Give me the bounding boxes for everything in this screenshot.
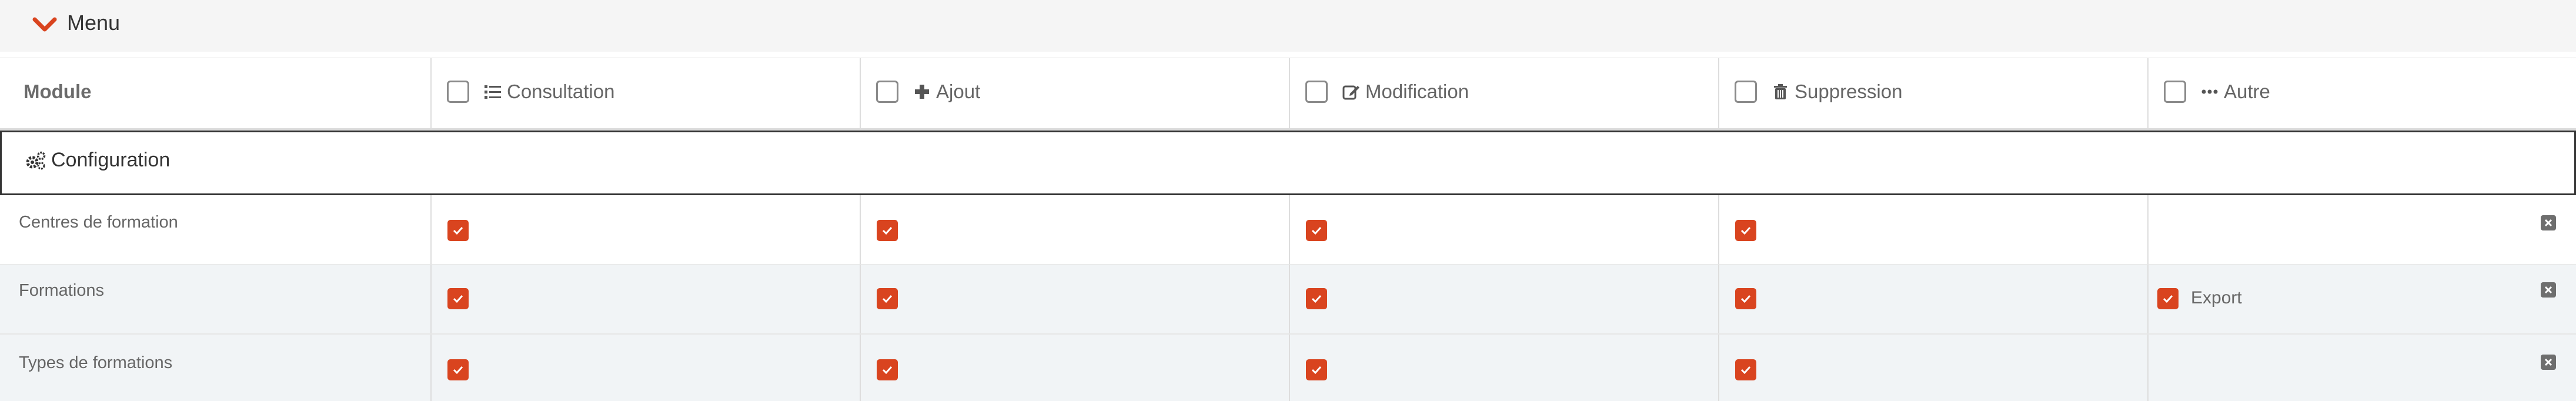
ajout-checkbox[interactable] bbox=[877, 288, 898, 309]
column-label-ajout: Ajout bbox=[936, 81, 981, 102]
plus-icon bbox=[915, 85, 929, 99]
suppression-checkbox[interactable] bbox=[1735, 359, 1756, 380]
module-header-cell: Module bbox=[0, 58, 430, 128]
modification-checkbox[interactable] bbox=[1306, 220, 1327, 241]
ellipsis-icon bbox=[2201, 89, 2218, 94]
column-label-consultation: Consultation bbox=[507, 81, 615, 102]
list-icon bbox=[485, 85, 501, 99]
column-header-consultation: Consultation bbox=[430, 58, 860, 128]
select-all-autre-checkbox[interactable] bbox=[2164, 81, 2186, 103]
row-label: Formations bbox=[19, 281, 105, 300]
column-header-ajout: Ajout bbox=[860, 58, 1289, 128]
modification-checkbox[interactable] bbox=[1306, 359, 1327, 380]
ajout-checkbox[interactable] bbox=[877, 359, 898, 380]
export-checkbox[interactable] bbox=[2157, 288, 2179, 309]
chevron-down-icon[interactable] bbox=[32, 16, 58, 33]
module-header: Module bbox=[24, 81, 92, 102]
column-header-autre: Autre bbox=[2147, 58, 2576, 128]
consultation-checkbox[interactable] bbox=[447, 220, 469, 241]
column-header-suppression: Suppression bbox=[1718, 58, 2147, 128]
cogs-icon bbox=[26, 151, 46, 169]
column-header-modification: Modification bbox=[1289, 58, 1718, 128]
section-row-configuration: Configuration bbox=[0, 131, 2576, 195]
suppression-checkbox[interactable] bbox=[1735, 220, 1756, 241]
table-row: Formations Export bbox=[0, 265, 2576, 334]
column-label-autre: Autre bbox=[2224, 81, 2270, 102]
export-label: Export bbox=[2191, 288, 2242, 308]
table-row: Types de formations bbox=[0, 334, 2576, 401]
row-label: Centres de formation bbox=[19, 213, 178, 232]
column-label-suppression: Suppression bbox=[1795, 81, 1903, 102]
consultation-checkbox[interactable] bbox=[447, 359, 469, 380]
edit-icon bbox=[1342, 85, 1359, 100]
column-label-modification: Modification bbox=[1365, 81, 1469, 102]
suppression-checkbox[interactable] bbox=[1735, 288, 1756, 309]
row-label: Types de formations bbox=[19, 353, 173, 372]
ajout-checkbox[interactable] bbox=[877, 220, 898, 241]
section-label: Configuration bbox=[51, 149, 171, 171]
table-header-row: Module Consultation Ajout Modification S… bbox=[0, 58, 2576, 131]
remove-row-icon[interactable] bbox=[2541, 355, 2556, 370]
table-row: Centres de formation bbox=[0, 195, 2576, 265]
select-all-ajout-checkbox[interactable] bbox=[876, 81, 898, 103]
consultation-checkbox[interactable] bbox=[447, 288, 469, 309]
remove-row-icon[interactable] bbox=[2541, 215, 2556, 230]
select-all-modification-checkbox[interactable] bbox=[1305, 81, 1328, 103]
select-all-suppression-checkbox[interactable] bbox=[1735, 81, 1757, 103]
menu-header[interactable]: Menu bbox=[0, 0, 2576, 52]
trash-icon bbox=[1774, 84, 1787, 99]
select-all-consultation-checkbox[interactable] bbox=[447, 81, 469, 103]
menu-title: Menu bbox=[67, 11, 121, 35]
modification-checkbox[interactable] bbox=[1306, 288, 1327, 309]
remove-row-icon[interactable] bbox=[2541, 282, 2556, 298]
